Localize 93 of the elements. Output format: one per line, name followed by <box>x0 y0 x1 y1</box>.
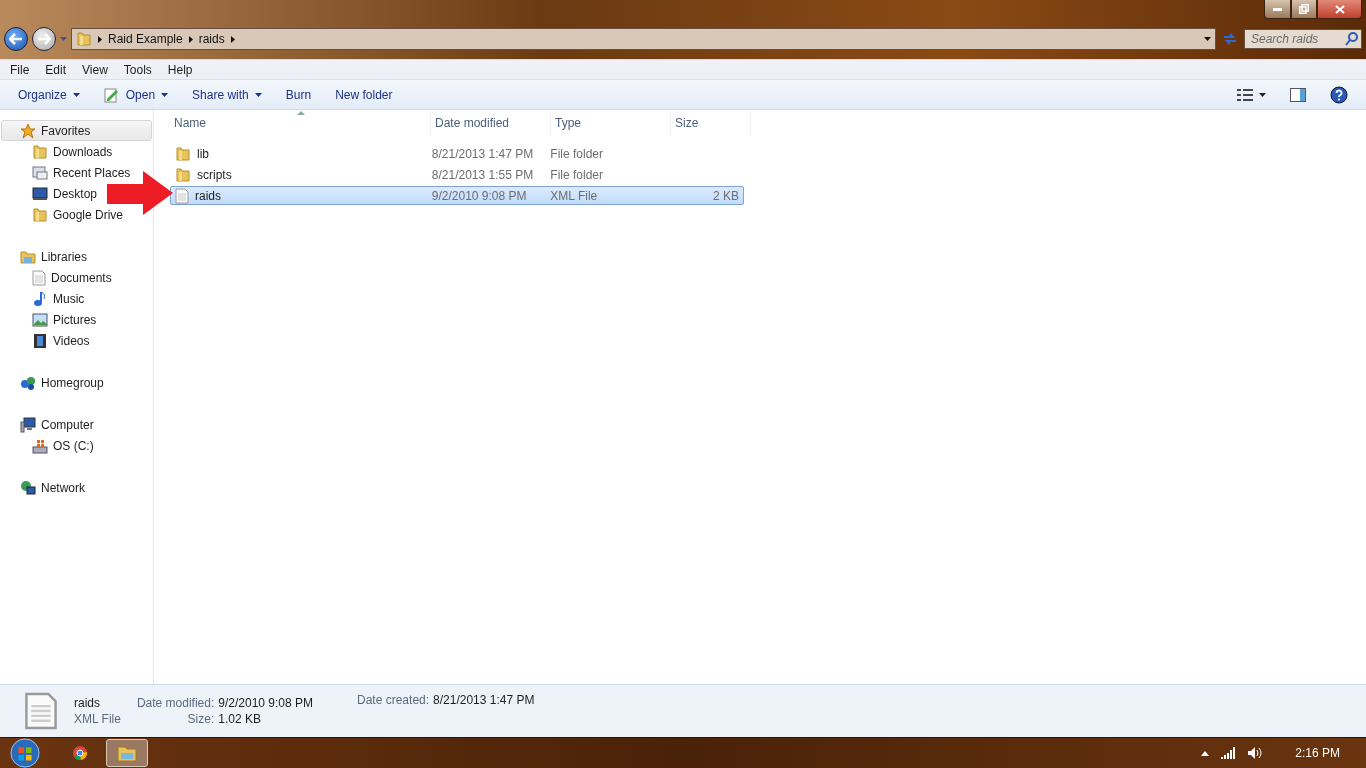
minimize-icon <box>1273 7 1282 11</box>
field-value: 9/2/2010 9:08 PM <box>218 696 313 710</box>
chevron-right-icon <box>188 35 193 43</box>
field-value: 1.02 KB <box>218 712 262 726</box>
sidebar-item[interactable]: Homegroup <box>1 372 107 393</box>
caret-icon <box>72 92 80 97</box>
caret-icon <box>161 92 169 97</box>
field-label: Date modified: <box>136 696 215 710</box>
document-icon <box>32 269 46 286</box>
chevron-right-icon <box>98 35 102 43</box>
speaker-icon[interactable] <box>1247 746 1264 760</box>
network-globe-icon <box>20 479 36 496</box>
toolbar-button[interactable]: Burn <box>275 84 322 105</box>
menu-item[interactable]: Edit <box>37 62 75 77</box>
film-icon <box>32 332 48 349</box>
document-icon <box>24 690 58 732</box>
folder-icon <box>175 166 191 183</box>
monitor-icon <box>32 185 48 202</box>
menu-item[interactable]: Tools <box>115 62 160 77</box>
column-header[interactable]: Type <box>551 110 671 136</box>
sidebar-item[interactable]: Videos <box>1 330 93 351</box>
folder-icon <box>117 744 137 762</box>
sidebar-item[interactable]: Google Drive <box>1 204 127 225</box>
file-row[interactable]: lib 8/21/2013 1:47 PM File folder <box>170 144 744 163</box>
folder-icon <box>32 206 48 223</box>
file-row[interactable]: scripts 8/21/2013 1:55 PM File folder <box>170 165 744 184</box>
sidebar-item[interactable]: Downloads <box>1 141 116 162</box>
homegroup-icon <box>20 374 36 391</box>
sidebar-item[interactable]: Favorites <box>1 120 152 141</box>
sidebar-item[interactable]: OS (C:) <box>1 435 97 456</box>
dropdown-caret-icon <box>1204 37 1211 41</box>
column-header[interactable]: Size <box>671 110 751 136</box>
back-arrow-icon <box>9 33 23 45</box>
forward-button[interactable] <box>32 27 56 51</box>
toolbar-button[interactable]: Share with <box>182 84 272 105</box>
chevron-right-icon <box>230 35 235 43</box>
sidebar-item[interactable]: Documents <box>1 267 115 288</box>
file-row[interactable]: raids 9/2/2010 9:08 PM XML File 2 KB <box>170 186 744 205</box>
pane-icon <box>1290 87 1306 102</box>
sidebar-item[interactable]: Network <box>1 477 88 498</box>
sidebar-item[interactable]: Libraries <box>1 246 91 267</box>
caret-icon <box>254 92 262 97</box>
signal-icon[interactable] <box>1221 747 1236 759</box>
picture-icon <box>32 311 48 328</box>
music-note-icon <box>32 290 48 307</box>
search-field[interactable]: Search raids <box>1244 29 1362 49</box>
field-label: Size: <box>186 712 215 726</box>
search-icon <box>1345 32 1358 46</box>
star-icon <box>20 122 36 139</box>
download-folder-icon <box>32 143 48 160</box>
menu-item[interactable]: View <box>74 62 116 77</box>
caret-icon <box>1259 92 1266 97</box>
sidebar-item[interactable]: Music <box>1 288 88 309</box>
folder-icon <box>76 31 92 47</box>
close-button[interactable] <box>1317 0 1362 19</box>
library-folder-icon <box>20 248 36 265</box>
notepad-icon <box>103 86 120 103</box>
toolbar-button[interactable]: Organize <box>8 84 90 105</box>
minimize-button[interactable] <box>1264 0 1291 19</box>
list-view-icon <box>1237 88 1253 101</box>
start-button[interactable] <box>8 738 42 768</box>
menu-item[interactable]: File <box>2 62 38 77</box>
toolbar-button[interactable]: Open <box>93 83 179 106</box>
forward-arrow-icon <box>37 33 51 45</box>
restore-icon <box>1299 4 1309 14</box>
toolbar-button[interactable]: New folder <box>325 84 403 105</box>
breadcrumb[interactable]: Raid Example <box>108 32 183 46</box>
start-orb-icon <box>10 738 40 768</box>
sidebar-item[interactable]: Recent Places <box>1 162 134 183</box>
file-type: XML File <box>74 712 121 726</box>
computer-icon <box>20 416 36 433</box>
file-name: raids <box>74 696 101 710</box>
hard-drive-icon <box>32 437 48 454</box>
menu-item[interactable]: Help <box>159 62 201 77</box>
sidebar-item[interactable]: Pictures <box>1 309 100 330</box>
folder-icon <box>175 145 191 162</box>
tray-expand-icon[interactable] <box>1201 750 1210 756</box>
back-button[interactable] <box>4 27 28 51</box>
field-value: 8/21/2013 1:47 PM <box>433 693 535 707</box>
recent-places-icon <box>32 164 48 181</box>
address-bar[interactable]: Raid Example raids <box>71 28 1216 50</box>
browser-icon <box>72 745 88 761</box>
document-icon <box>175 187 189 204</box>
column-header[interactable]: Date modified <box>431 110 551 136</box>
history-caret-icon <box>60 37 67 41</box>
restore-button[interactable] <box>1291 0 1317 19</box>
field-label: Date created: <box>357 693 430 707</box>
sidebar-item[interactable]: Desktop <box>1 183 101 204</box>
clock: 2:16 PM <box>1295 746 1340 760</box>
close-icon <box>1334 4 1345 14</box>
sidebar-item[interactable]: Computer <box>1 414 97 435</box>
breadcrumb[interactable]: raids <box>198 32 225 46</box>
help-icon <box>1330 85 1348 104</box>
